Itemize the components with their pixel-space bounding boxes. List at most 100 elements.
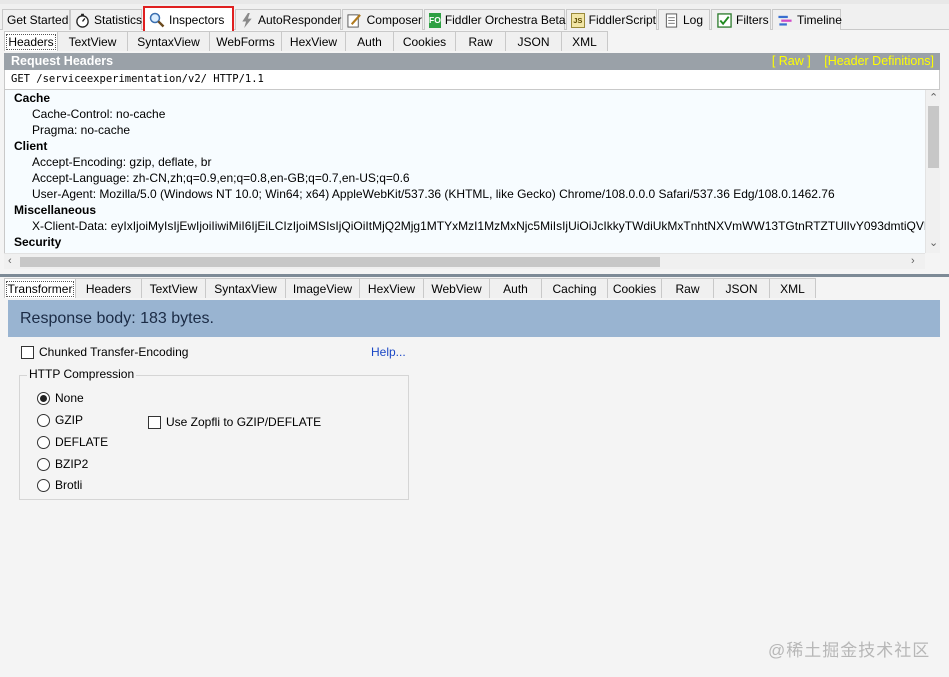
req-tab-hexview[interactable]: HexView	[282, 31, 346, 51]
tab-label: Timeline	[797, 13, 842, 27]
req-tab-json[interactable]: JSON	[506, 31, 562, 51]
radio-selected-dot	[40, 394, 47, 402]
resp-tab-auth[interactable]: Auth	[490, 278, 542, 298]
tab-label: ImageView	[292, 281, 353, 296]
chunked-encoding-checkbox[interactable]	[21, 345, 34, 359]
request-line: GET /serviceexperimentation/v2/ HTTP/1.1	[4, 70, 940, 90]
resp-tab-webview[interactable]: WebView	[424, 278, 490, 298]
radio-brotli[interactable]	[37, 478, 50, 492]
radio-gzip[interactable]	[37, 413, 50, 427]
tab-label: Auth	[357, 34, 382, 49]
resp-tab-raw[interactable]: Raw	[662, 278, 714, 298]
resp-tab-xml[interactable]: XML	[770, 278, 816, 298]
compression-option-gzip[interactable]: GZIP	[37, 413, 83, 427]
resp-tab-json[interactable]: JSON	[714, 278, 770, 298]
scrollbar-thumb[interactable]	[928, 106, 939, 168]
resp-tab-caching[interactable]: Caching	[542, 278, 608, 298]
req-tab-cookies[interactable]: Cookies	[394, 31, 456, 51]
req-tab-xml[interactable]: XML	[562, 31, 608, 51]
tab-get-started[interactable]: Get Started	[2, 9, 70, 30]
compression-option-none[interactable]: None	[37, 391, 84, 405]
radio-deflate[interactable]	[37, 435, 50, 449]
log-icon	[663, 12, 679, 28]
tab-label: HexView	[367, 281, 416, 296]
response-view-tabs: Transformer Headers TextView SyntaxView …	[4, 278, 816, 298]
compression-option-bzip2[interactable]: BZIP2	[37, 457, 88, 471]
tab-label: Headers	[6, 33, 56, 50]
tab-label: Filters	[736, 13, 769, 27]
scroll-up-arrow-icon[interactable]: ⌃	[929, 93, 938, 104]
resp-tab-syntaxview[interactable]: SyntaxView	[206, 278, 286, 298]
raw-link[interactable]: [ Raw ]	[772, 54, 811, 68]
resp-tab-cookies[interactable]: Cookies	[608, 278, 662, 298]
pencil-icon	[347, 12, 363, 28]
radio-bzip2[interactable]	[37, 457, 50, 471]
watermark: @稀土掘金技术社区	[768, 641, 931, 660]
pane-splitter[interactable]	[0, 274, 949, 277]
option-label: DEFLATE	[55, 435, 109, 449]
zopfli-checkbox[interactable]	[148, 415, 161, 429]
resp-tab-transformer[interactable]: Transformer	[4, 278, 76, 298]
tree-group-cache[interactable]: Cache	[14, 90, 50, 106]
tree-item[interactable]: Accept-Language: zh-CN,zh;q=0.9,en;q=0.8…	[32, 170, 410, 186]
tree-item[interactable]: Pragma: no-cache	[32, 122, 130, 138]
main-tab-strip: Get Started Statistics Inspectors AutoRe…	[0, 0, 949, 31]
tab-timeline[interactable]: Timeline	[772, 9, 842, 30]
horizontal-scrollbar[interactable]: ‹ ›	[4, 253, 925, 269]
tab-label: Fiddler Orchestra Beta	[444, 13, 566, 27]
chunked-encoding-option[interactable]: Chunked Transfer-Encoding	[21, 345, 188, 359]
req-tab-headers[interactable]: Headers	[4, 31, 58, 51]
scroll-down-arrow-icon[interactable]: ⌄	[929, 238, 938, 249]
magnifier-icon	[149, 12, 165, 28]
tree-item[interactable]: User-Agent: Mozilla/5.0 (Windows NT 10.0…	[32, 186, 835, 202]
tab-log[interactable]: Log	[658, 9, 710, 30]
tree-item[interactable]: X-Client-Data: eyIxIjoiMyIsIjEwIjoiIiwiM…	[32, 218, 925, 234]
resp-tab-imageview[interactable]: ImageView	[286, 278, 360, 298]
resp-tab-headers[interactable]: Headers	[76, 278, 142, 298]
tab-composer[interactable]: Composer	[342, 9, 423, 30]
tree-group-miscellaneous[interactable]: Miscellaneous	[14, 202, 96, 218]
req-tab-textview[interactable]: TextView	[58, 31, 128, 51]
vertical-scrollbar[interactable]: ⌃ ⌄	[925, 90, 940, 253]
headers-tree: Cache Cache-Control: no-cache Pragma: no…	[4, 90, 925, 253]
tab-autoresponder[interactable]: AutoResponder	[235, 9, 341, 30]
option-label: GZIP	[55, 413, 84, 427]
tab-label: FiddlerScript	[588, 13, 656, 27]
tab-label: Log	[683, 13, 704, 27]
scroll-left-arrow-icon[interactable]: ‹	[8, 256, 12, 267]
tab-label: Raw	[468, 34, 493, 49]
compression-option-brotli[interactable]: Brotli	[37, 478, 82, 492]
radio-none[interactable]	[37, 391, 50, 405]
fo-badge-icon: FO	[429, 12, 441, 28]
scroll-right-arrow-icon[interactable]: ›	[911, 256, 915, 267]
tree-group-client[interactable]: Client	[14, 138, 47, 154]
resp-tab-hexview[interactable]: HexView	[360, 278, 424, 298]
tab-label: Composer	[366, 13, 422, 27]
stopwatch-icon	[75, 12, 90, 28]
tree-item[interactable]: Cache-Control: no-cache	[32, 106, 165, 122]
req-tab-webforms[interactable]: WebForms	[210, 31, 282, 51]
tab-inspectors[interactable]: Inspectors	[143, 6, 234, 31]
tab-label: Auth	[503, 281, 528, 296]
tab-label: WebForms	[216, 34, 275, 49]
resp-tab-textview[interactable]: TextView	[142, 278, 206, 298]
header-definitions-link[interactable]: [Header Definitions]	[824, 54, 934, 68]
tab-label: Headers	[85, 281, 132, 296]
compression-option-deflate[interactable]: DEFLATE	[37, 435, 108, 449]
tab-label: Cookies	[402, 34, 447, 49]
tab-fiddler-orchestra[interactable]: FO Fiddler Orchestra Beta	[424, 9, 566, 30]
tree-item[interactable]: Accept-Encoding: gzip, deflate, br	[32, 154, 211, 170]
tree-group-security[interactable]: Security	[14, 234, 61, 250]
req-tab-raw[interactable]: Raw	[456, 31, 506, 51]
http-compression-title: HTTP Compression	[27, 367, 137, 381]
tab-statistics[interactable]: Statistics	[70, 9, 142, 30]
help-link[interactable]: Help...	[371, 345, 406, 359]
zopfli-option[interactable]: Use Zopfli to GZIP/DEFLATE	[148, 415, 321, 429]
tab-label: XML	[780, 281, 805, 296]
req-tab-syntaxview[interactable]: SyntaxView	[128, 31, 210, 51]
scrollbar-thumb[interactable]	[20, 257, 660, 267]
tab-filters[interactable]: Filters	[711, 9, 771, 30]
tab-fiddlerscript[interactable]: JS FiddlerScript	[566, 9, 657, 30]
req-tab-auth[interactable]: Auth	[346, 31, 394, 51]
response-body-size-banner: Response body: 183 bytes.	[8, 300, 940, 337]
